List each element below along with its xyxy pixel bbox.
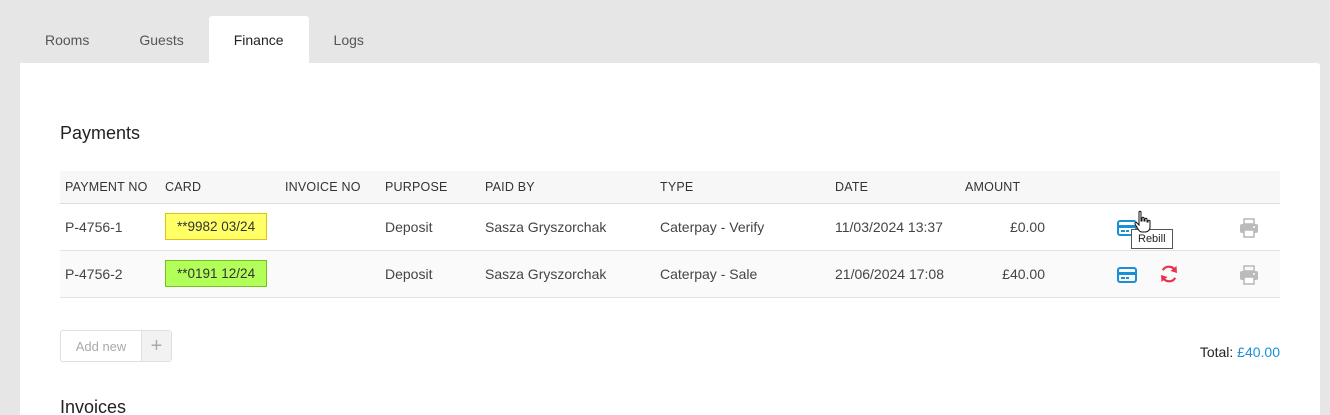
purpose: Deposit <box>380 203 480 251</box>
plus-icon[interactable]: + <box>141 331 171 361</box>
tab-bar: Rooms Guests Finance Logs <box>20 16 389 63</box>
add-new-label: Add new <box>75 338 127 354</box>
col-actions <box>1050 171 1280 204</box>
total-label: Total: <box>1199 344 1234 360</box>
payment-type: Caterpay - Sale <box>655 250 830 298</box>
refresh-icon[interactable] <box>1158 263 1180 285</box>
col-date[interactable]: DATE <box>830 171 960 204</box>
add-new-button[interactable]: Add new + <box>60 330 172 362</box>
payment-no: P-4756-2 <box>60 250 160 298</box>
payment-amount: £40.00 <box>960 250 1050 298</box>
card-icon[interactable] <box>1116 264 1138 286</box>
hand-cursor-icon <box>1134 210 1151 233</box>
col-paid-by[interactable]: PAID BY <box>480 171 655 204</box>
payment-date: 11/03/2024 13:37 <box>830 203 960 251</box>
payment-date: 21/06/2024 17:08 <box>830 250 960 298</box>
purpose: Deposit <box>380 250 480 298</box>
finance-panel: Payments PAYMENT NO CARD INVOICE NO PURP… <box>20 63 1320 415</box>
row-actions <box>1050 250 1280 298</box>
payment-amount: £0.00 <box>960 203 1050 251</box>
table-row: P-4756-1 **9982 03/24 Deposit Sasza Grys… <box>60 203 1280 251</box>
payments-table: PAYMENT NO CARD INVOICE NO PURPOSE PAID … <box>60 171 1280 298</box>
col-payment-no[interactable]: PAYMENT NO <box>60 171 160 204</box>
paid-by: Sasza Gryszorchak <box>480 250 655 298</box>
tab-rooms[interactable]: Rooms <box>20 16 114 63</box>
payments-total: Total: £40.00 <box>1200 344 1280 360</box>
col-invoice-no[interactable]: INVOICE NO <box>280 171 380 204</box>
print-icon[interactable] <box>1238 264 1260 286</box>
col-card[interactable]: CARD <box>160 171 280 204</box>
invoices-title: Invoices <box>60 397 127 415</box>
tab-guests[interactable]: Guests <box>114 16 208 63</box>
table-header-row: PAYMENT NO CARD INVOICE NO PURPOSE PAID … <box>60 171 1280 204</box>
payment-type: Caterpay - Verify <box>655 203 830 251</box>
card-badge: **9982 03/24 <box>165 213 268 240</box>
total-value: £40.00 <box>1237 344 1280 360</box>
card-cell: **9982 03/24 <box>160 203 280 251</box>
payments-title: Payments <box>60 123 141 143</box>
paid-by: Sasza Gryszorchak <box>480 203 655 251</box>
invoice-no <box>280 203 380 251</box>
card-cell: **0191 12/24 <box>160 250 280 298</box>
col-purpose[interactable]: PURPOSE <box>380 171 480 204</box>
col-amount[interactable]: AMOUNT <box>960 171 1050 204</box>
table-row: P-4756-2 **0191 12/24 Deposit Sasza Grys… <box>60 250 1280 298</box>
invoice-no <box>280 250 380 298</box>
tab-finance[interactable]: Finance <box>208 16 309 63</box>
payment-no: P-4756-1 <box>60 203 160 251</box>
print-icon[interactable] <box>1238 217 1260 239</box>
card-badge: **0191 12/24 <box>165 260 268 287</box>
col-type[interactable]: TYPE <box>655 171 830 204</box>
tab-logs[interactable]: Logs <box>309 16 389 63</box>
